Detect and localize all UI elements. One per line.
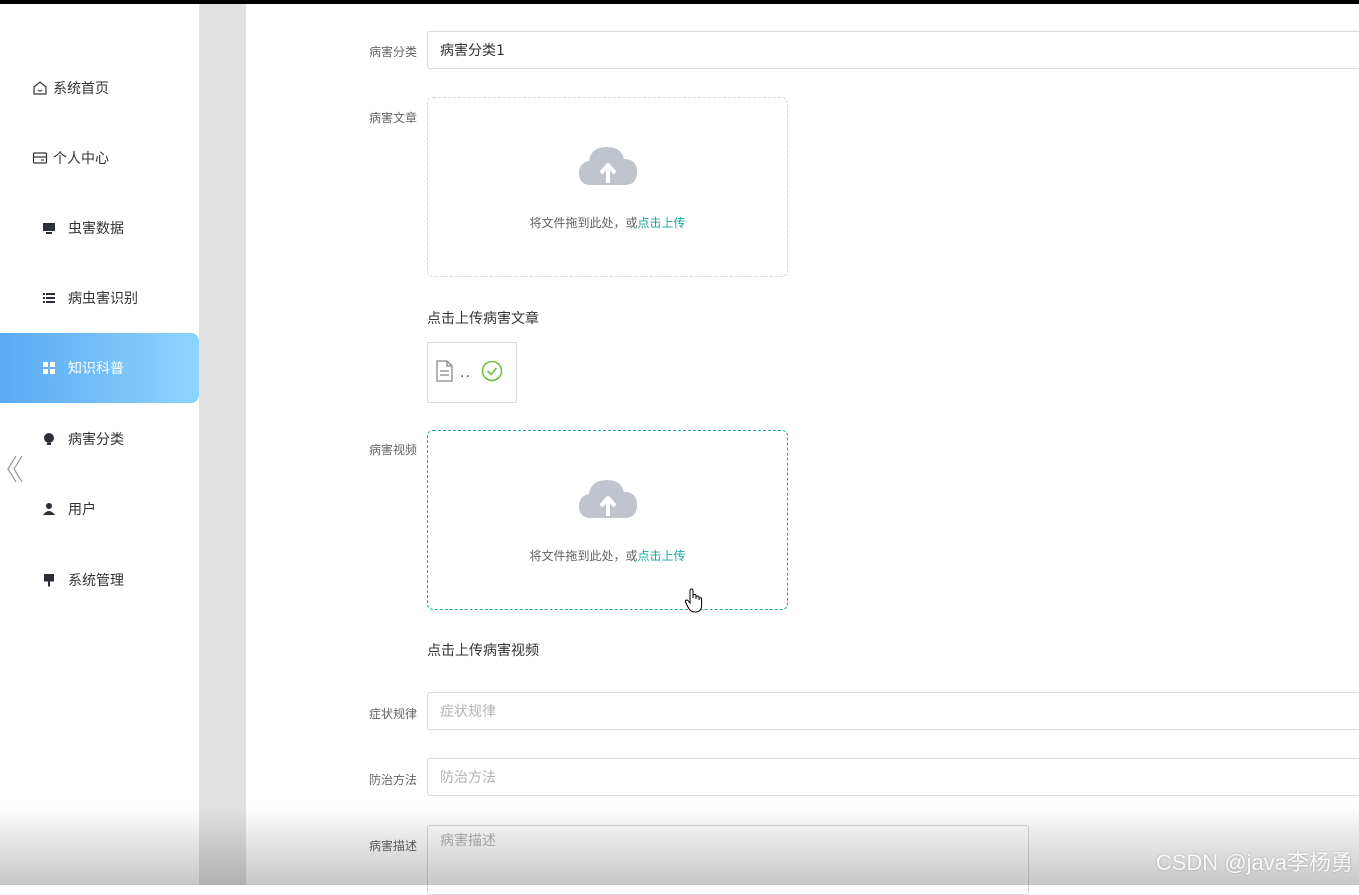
sidebar-item-pest-recognition[interactable]: 病虫害识别	[0, 263, 199, 333]
article-label: 病害文章	[368, 111, 417, 125]
article-upload-dropzone[interactable]: 将文件拖到此处，或点击上传	[427, 97, 788, 277]
sidebar-item-system[interactable]: 系统管理	[0, 545, 199, 615]
sidebar-item-knowledge[interactable]: 知识科普	[0, 333, 199, 403]
brush-icon	[40, 571, 58, 589]
home-icon	[31, 79, 49, 97]
sidebar-item-label: 虫害数据	[68, 221, 124, 237]
sidebar-item-profile[interactable]: 个人中心	[0, 123, 199, 193]
sidebar: 系统首页 个人中心 虫害数据 病虫害识别 知识科普 病害分类 用户 系统管理	[0, 4, 199, 885]
symptom-input[interactable]: 症状规律	[427, 692, 1359, 730]
sidebar-item-label: 病虫害识别	[68, 291, 138, 307]
success-check-icon	[481, 360, 503, 386]
article-upload-text: 将文件拖到此处，或点击上传	[529, 216, 686, 230]
article-upload-tip: 点击上传病害文章	[427, 311, 539, 327]
category-label: 病害分类	[368, 45, 417, 59]
prevention-input[interactable]: 防治方法	[427, 758, 1359, 796]
video-upload-dropzone[interactable]: 将文件拖到此处，或点击上传	[427, 430, 788, 610]
user-icon	[40, 500, 58, 518]
sidebar-item-user[interactable]: 用户	[0, 474, 199, 544]
grid-icon	[40, 359, 58, 377]
collapse-arrow-icon[interactable]	[4, 454, 26, 484]
document-icon	[434, 359, 454, 386]
hand-pointer-cursor-icon	[684, 588, 704, 618]
sidebar-item-label: 个人中心	[53, 151, 109, 167]
video-upload-link[interactable]: 点击上传	[638, 549, 686, 563]
video-upload-text: 将文件拖到此处，或点击上传	[529, 549, 686, 563]
video-label: 病害视频	[368, 443, 417, 457]
description-label: 病害描述	[368, 839, 417, 853]
sidebar-item-label: 用户	[68, 502, 96, 518]
uploaded-file-name: ..	[460, 364, 471, 381]
sidebar-item-pest-data[interactable]: 虫害数据	[0, 193, 199, 263]
sidebar-item-label: 系统首页	[53, 81, 109, 97]
monitor-icon	[40, 219, 58, 237]
prevention-label: 防治方法	[368, 773, 417, 787]
uploaded-file-card[interactable]: ..	[427, 342, 517, 403]
symptom-label: 症状规律	[368, 707, 417, 721]
watermark: CSDN @java李杨勇	[1155, 850, 1353, 875]
sidebar-gutter	[199, 4, 246, 885]
sidebar-item-label: 病害分类	[68, 432, 124, 448]
video-upload-tip: 点击上传病害视频	[427, 643, 539, 659]
sidebar-item-label: 系统管理	[68, 573, 124, 589]
sidebar-item-home[interactable]: 系统首页	[0, 53, 199, 123]
list-icon	[40, 289, 58, 307]
sidebar-item-disease-category[interactable]: 病害分类	[0, 404, 199, 474]
category-input[interactable]: 病害分类1	[427, 31, 1359, 69]
article-upload-link[interactable]: 点击上传	[638, 216, 686, 230]
bulb-icon	[40, 430, 58, 448]
sidebar-item-label: 知识科普	[68, 361, 124, 377]
cloud-upload-icon	[579, 480, 637, 518]
cloud-upload-icon	[579, 147, 637, 185]
id-card-icon	[31, 149, 49, 167]
